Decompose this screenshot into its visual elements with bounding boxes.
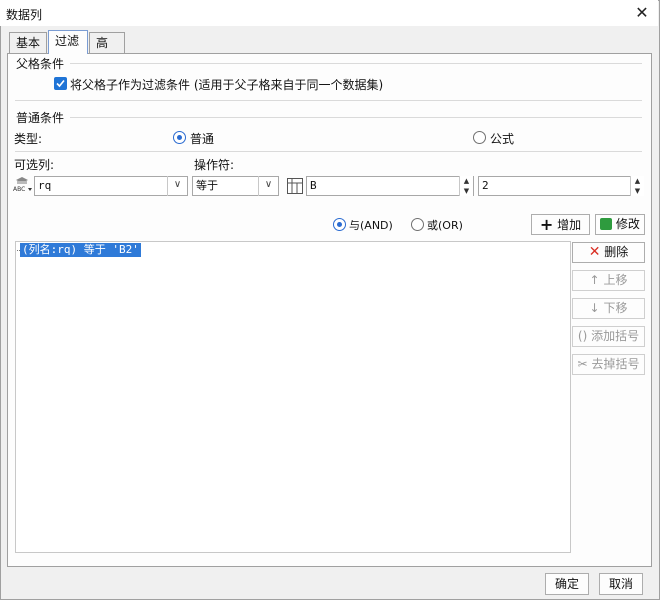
tab-basic[interactable]: 基本 xyxy=(9,32,47,53)
remove-bracket-button-label: 去掉括号 xyxy=(591,357,640,371)
list-item[interactable]: (列名:rq) 等于 'B2' xyxy=(20,243,141,257)
use-parent-filter-label: 将父格子作为过滤条件 (适用于父子格来自于同一个数据集) xyxy=(70,78,384,92)
tab-filter[interactable]: 过滤 xyxy=(48,30,88,54)
cell-row-input[interactable]: 2 xyxy=(478,176,644,196)
logic-and-radio[interactable] xyxy=(333,218,346,231)
cell-column-spinner[interactable]: ▲ ▼ xyxy=(459,176,473,196)
cell-reference-icon[interactable] xyxy=(286,177,304,195)
title-bar xyxy=(0,0,658,26)
delete-x-icon: ✕ xyxy=(588,244,601,260)
logic-or-radio[interactable] xyxy=(411,218,424,231)
add-bracket-button-label: 添加括号 xyxy=(591,329,640,343)
modify-button-label: 修改 xyxy=(615,217,640,231)
move-up-button[interactable]: ↑ 上移 xyxy=(572,270,645,291)
type-normal-label[interactable]: 普通 xyxy=(190,130,214,147)
chevron-down-icon[interactable]: ∨ xyxy=(258,176,278,196)
checkmark-icon xyxy=(56,79,65,88)
ok-button[interactable]: 确定 xyxy=(545,573,589,595)
cell-column-value: B xyxy=(310,179,317,192)
close-button[interactable]: ✕ xyxy=(632,3,652,23)
type-formula-radio[interactable] xyxy=(473,131,486,144)
move-down-button-label: 下移 xyxy=(603,301,628,315)
section-divider xyxy=(70,117,642,118)
spin-up-icon[interactable]: ▲ xyxy=(631,176,644,186)
add-button[interactable]: + 增加 xyxy=(531,214,590,235)
move-up-button-label: 上移 xyxy=(603,273,628,287)
move-down-button[interactable]: ↓ 下移 xyxy=(572,298,645,319)
type-label: 类型: xyxy=(14,132,43,146)
arrow-down-icon: ↓ xyxy=(589,301,600,315)
chevron-down-icon[interactable]: ∨ xyxy=(167,176,187,196)
add-bracket-button[interactable]: () 添加括号 xyxy=(572,326,645,347)
spin-up-icon[interactable]: ▲ xyxy=(460,176,473,186)
cell-row-value: 2 xyxy=(482,179,489,192)
logic-or-label[interactable]: 或(OR) xyxy=(427,217,463,233)
type-formula-label[interactable]: 公式 xyxy=(490,130,514,147)
column-select[interactable]: rq xyxy=(34,176,188,196)
column-type-icon[interactable]: ABC xyxy=(13,176,33,194)
section-divider xyxy=(70,63,642,64)
spin-down-icon[interactable]: ▼ xyxy=(460,186,473,196)
arrow-up-icon: ↑ xyxy=(589,273,600,287)
bracket-icon: () xyxy=(577,329,588,343)
spin-down-icon[interactable]: ▼ xyxy=(631,186,644,196)
plus-icon: + xyxy=(539,215,554,234)
edit-gear-icon xyxy=(600,218,613,230)
logic-and-label[interactable]: 与(AND) xyxy=(349,217,393,233)
modify-button[interactable]: 修改 xyxy=(595,214,645,235)
section-divider xyxy=(15,151,642,152)
column-select-value: rq xyxy=(38,179,52,192)
delete-button-label: 删除 xyxy=(604,245,629,259)
operator-select-value: 等于 xyxy=(196,179,218,192)
use-parent-filter-checkbox[interactable] xyxy=(54,77,67,90)
type-normal-radio[interactable] xyxy=(173,131,186,144)
parent-condition-label: 父格条件 xyxy=(16,57,65,71)
normal-condition-label: 普通条件 xyxy=(16,111,65,125)
remove-bracket-button[interactable]: ✂ 去掉括号 xyxy=(572,354,645,375)
section-divider xyxy=(15,100,642,101)
cell-row-spinner[interactable]: ▲ ▼ xyxy=(630,176,644,196)
operator-label: 操作符: xyxy=(194,158,235,172)
tab-advanced[interactable]: 高级 xyxy=(89,32,125,70)
cancel-button[interactable]: 取消 xyxy=(599,573,643,595)
cell-column-input[interactable]: B xyxy=(306,176,474,196)
window-title: 数据列 xyxy=(6,8,43,22)
delete-button[interactable]: ✕ 删除 xyxy=(572,242,645,263)
add-button-label: 增加 xyxy=(557,218,582,232)
condition-list[interactable] xyxy=(15,241,571,553)
remove-bracket-icon: ✂ xyxy=(577,357,588,371)
column-label: 可选列: xyxy=(14,158,55,172)
svg-text:ABC: ABC xyxy=(13,186,25,193)
